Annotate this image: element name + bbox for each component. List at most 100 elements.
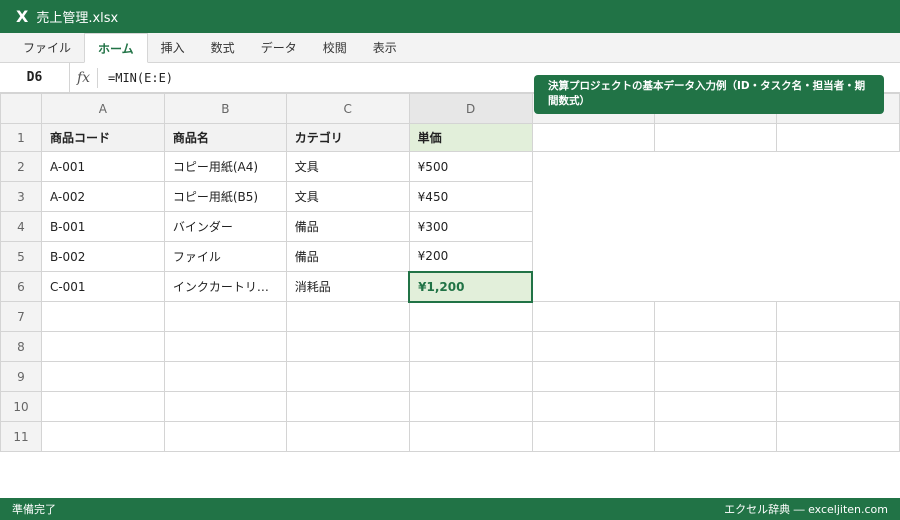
cell-c5[interactable]: 備品 (285, 241, 410, 272)
cell-e8[interactable] (531, 331, 656, 362)
cell-f7[interactable] (654, 301, 778, 332)
cell-e11[interactable] (531, 421, 656, 452)
cell-g10[interactable] (776, 391, 900, 422)
tab-review[interactable]: 校閲 (310, 34, 360, 62)
cell-d4[interactable]: ¥300 (408, 211, 533, 242)
cell-d5[interactable]: ¥200 (408, 241, 533, 272)
cell-a8[interactable] (40, 331, 165, 362)
cell-c6[interactable]: 消耗品 (285, 271, 410, 302)
cell-e3[interactable] (532, 182, 655, 212)
cell-f1[interactable] (654, 123, 778, 152)
cell-e9[interactable] (531, 361, 656, 392)
cell-a11[interactable] (40, 421, 165, 452)
cell-e5[interactable] (532, 242, 655, 272)
cell-b8[interactable] (163, 331, 287, 362)
cell-f4[interactable] (655, 212, 777, 242)
tab-data[interactable]: データ (248, 34, 310, 62)
column-header-d[interactable]: D (408, 93, 533, 124)
cell-d11[interactable] (408, 421, 533, 452)
tab-insert[interactable]: 挿入 (148, 34, 198, 62)
cell-b10[interactable] (163, 391, 287, 422)
tab-formulas[interactable]: 数式 (198, 34, 248, 62)
cell-f3[interactable] (655, 182, 777, 212)
cell-d1[interactable]: 単価 (408, 123, 533, 152)
cell-f2[interactable] (655, 152, 777, 182)
cell-d2[interactable]: ¥500 (408, 151, 533, 182)
cell-c9[interactable] (285, 361, 410, 392)
tab-file[interactable]: ファイル (10, 34, 84, 62)
column-header-b[interactable]: B (163, 93, 287, 124)
row-header-6[interactable]: 6 (0, 271, 42, 302)
cell-a4[interactable]: B-001 (40, 211, 165, 242)
active-cell-d6[interactable]: ¥1,200 (408, 270, 534, 303)
cell-b5[interactable]: ファイル (163, 241, 287, 272)
row-header-10[interactable]: 10 (0, 391, 42, 422)
cell-a2[interactable]: A-001 (40, 151, 165, 182)
cell-e6[interactable] (532, 272, 655, 302)
cell-g8[interactable] (776, 331, 900, 362)
column-header-a[interactable]: A (40, 93, 165, 124)
cell-e2[interactable] (532, 152, 655, 182)
cell-a9[interactable] (40, 361, 165, 392)
row-header-8[interactable]: 8 (0, 331, 42, 362)
cell-c10[interactable] (285, 391, 410, 422)
cell-c4[interactable]: 備品 (285, 211, 410, 242)
cell-f5[interactable] (655, 242, 777, 272)
cell-g1[interactable] (776, 123, 900, 152)
row-header-11[interactable]: 11 (0, 421, 42, 452)
cell-a5[interactable]: B-002 (40, 241, 165, 272)
cell-g9[interactable] (776, 361, 900, 392)
cell-c8[interactable] (285, 331, 410, 362)
cell-f6[interactable] (655, 272, 777, 302)
cell-a7[interactable] (40, 301, 165, 332)
cell-b9[interactable] (163, 361, 287, 392)
cell-d10[interactable] (408, 391, 533, 422)
row-header-4[interactable]: 4 (0, 211, 42, 242)
cell-c3[interactable]: 文具 (285, 181, 410, 212)
cell-b4[interactable]: バインダー (163, 211, 287, 242)
cell-c11[interactable] (285, 421, 410, 452)
cell-b6[interactable]: インクカートリ… (163, 271, 287, 302)
fx-icon[interactable]: fx (70, 67, 98, 88)
cell-f10[interactable] (654, 391, 778, 422)
cell-e4[interactable] (532, 212, 655, 242)
cell-f9[interactable] (654, 361, 778, 392)
cell-g6[interactable] (777, 272, 900, 302)
row-header-1[interactable]: 1 (0, 123, 42, 152)
cell-f11[interactable] (654, 421, 778, 452)
cell-a6[interactable]: C-001 (40, 271, 165, 302)
cell-g2[interactable] (777, 152, 900, 182)
select-all-corner[interactable] (0, 93, 42, 124)
cell-b3[interactable]: コピー用紙(B5) (163, 181, 287, 212)
cell-b7[interactable] (163, 301, 287, 332)
cell-a10[interactable] (40, 391, 165, 422)
cell-g3[interactable] (777, 182, 900, 212)
row-header-3[interactable]: 3 (0, 181, 42, 212)
cell-g7[interactable] (776, 301, 900, 332)
cell-f8[interactable] (654, 331, 778, 362)
name-box[interactable]: D6 (0, 62, 70, 93)
cell-c1[interactable]: カテゴリ (285, 123, 410, 152)
cell-e10[interactable] (531, 391, 656, 422)
tab-view[interactable]: 表示 (360, 34, 410, 62)
cell-d3[interactable]: ¥450 (408, 181, 533, 212)
cell-c2[interactable]: 文具 (285, 151, 410, 182)
cell-g11[interactable] (776, 421, 900, 452)
formula-input[interactable]: =MIN(E:E) (98, 71, 173, 85)
cell-g4[interactable] (777, 212, 900, 242)
cell-d8[interactable] (408, 331, 533, 362)
cell-e1[interactable] (531, 123, 656, 152)
cell-a3[interactable]: A-002 (40, 181, 165, 212)
row-header-7[interactable]: 7 (0, 301, 42, 332)
cell-d7[interactable] (408, 301, 533, 332)
cell-b1[interactable]: 商品名 (163, 123, 287, 152)
cell-e7[interactable] (531, 301, 656, 332)
tab-home[interactable]: ホーム (84, 33, 148, 63)
cell-b2[interactable]: コピー用紙(A4) (163, 151, 287, 182)
cell-b11[interactable] (163, 421, 287, 452)
cell-d9[interactable] (408, 361, 533, 392)
cell-g5[interactable] (777, 242, 900, 272)
cell-c7[interactable] (285, 301, 410, 332)
cell-a1[interactable]: 商品コード (40, 123, 165, 152)
row-header-5[interactable]: 5 (0, 241, 42, 272)
